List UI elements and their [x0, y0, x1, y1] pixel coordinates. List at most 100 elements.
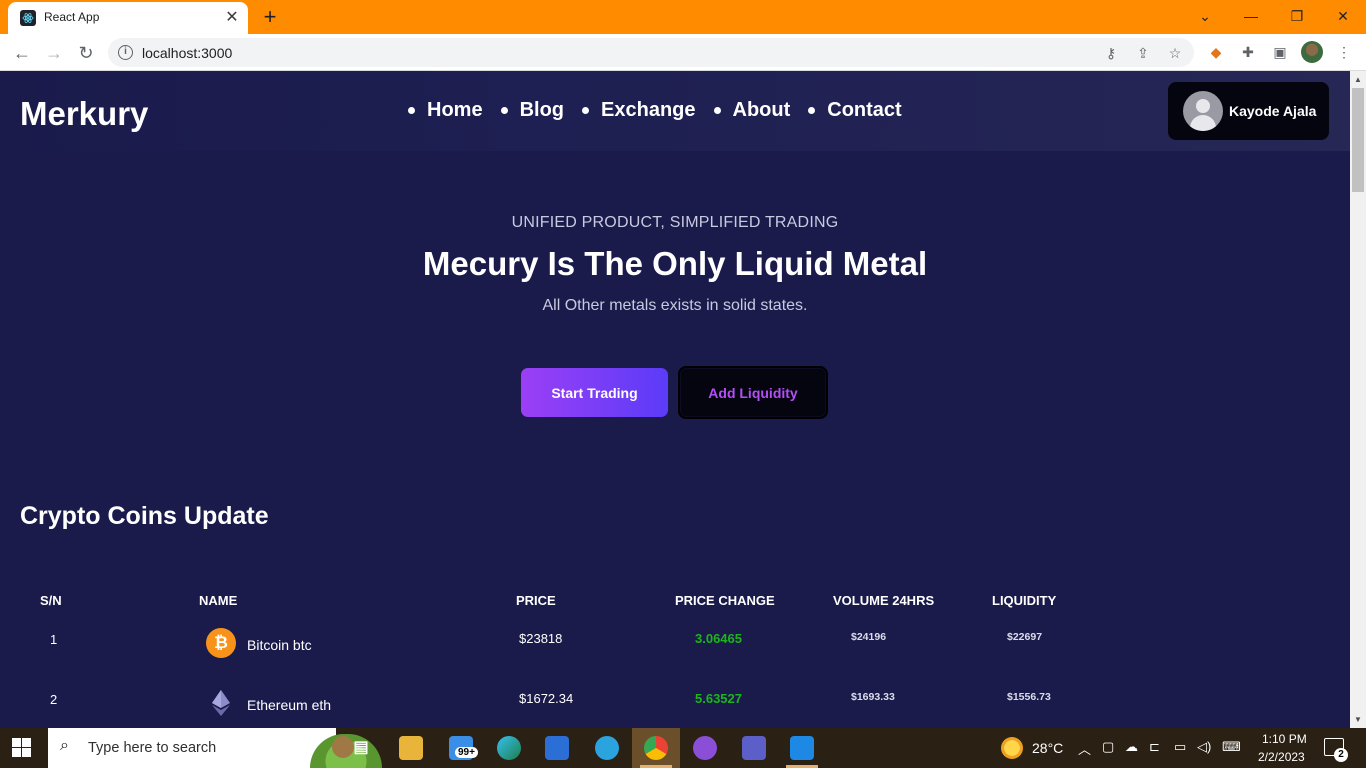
clock-date[interactable]: 2/2/2023 [1258, 750, 1305, 764]
metamask-fox-icon[interactable]: ◆ [1205, 41, 1227, 63]
extensions-puzzle-icon[interactable]: ✚ [1237, 41, 1259, 63]
keyboard-icon[interactable]: ⌨ [1222, 739, 1241, 755]
browser-tab-bar: React App ✕ + ⌄ — ❐ ✕ [0, 0, 1366, 34]
weather-temperature[interactable]: 28°C [1032, 740, 1063, 756]
weather-sun-icon[interactable] [1001, 737, 1023, 759]
user-name: Kayode Ajala [1229, 103, 1317, 119]
side-panel-icon[interactable]: ▣ [1269, 41, 1291, 63]
cell-sn: 2 [50, 692, 58, 707]
start-trading-button[interactable]: Start Trading [521, 368, 668, 417]
volume-icon[interactable]: ◁) [1197, 739, 1211, 755]
close-window-button[interactable]: ✕ [1330, 4, 1356, 28]
hero-subtitle: All Other metals exists in solid states. [542, 297, 808, 314]
search-icon: ⌕ [60, 737, 69, 754]
browser-toolbar: ← → ↻ i localhost:3000 ⚷ ⇪ ☆ [0, 34, 1366, 71]
share-icon[interactable]: ⇪ [1133, 43, 1153, 63]
nav-label: Blog [519, 99, 565, 121]
mail-badge: 99+ [455, 747, 478, 758]
column-header-volume: VOLUME 24HRS [833, 593, 935, 608]
nav-item-contact[interactable]: Contact [808, 99, 902, 122]
tray-chevron-icon[interactable]: ︿ [1078, 739, 1091, 758]
vscode-icon[interactable] [790, 736, 814, 760]
nav-label: Home [427, 99, 483, 121]
crypto-section-title: Crypto Coins Update [20, 502, 269, 530]
windows-taskbar: ⌕ Type here to search ▤ 99+ 28°C ︿ ▢ ☁ ⊏… [0, 728, 1366, 768]
column-header-price-change: PRICE CHANGE [675, 593, 775, 608]
notification-count: 2 [1334, 748, 1348, 762]
nav-bullet [582, 107, 590, 114]
nav-item-blog[interactable]: Blog [500, 99, 565, 122]
clock-time[interactable]: 1:10 PM [1262, 732, 1307, 746]
search-placeholder: Type here to search [88, 740, 217, 756]
chrome-icon[interactable] [644, 736, 668, 760]
column-header-price: PRICE [516, 593, 556, 608]
file-explorer-icon[interactable] [399, 736, 423, 760]
nav-item-exchange[interactable]: Exchange [582, 99, 696, 122]
url-text: localhost:3000 [142, 45, 233, 61]
tab-title: React App [44, 10, 100, 24]
back-arrow-icon[interactable]: ← [9, 40, 35, 66]
restore-button[interactable]: ❐ [1284, 4, 1310, 28]
hero-eyebrow: UNIFIED PRODUCT, SIMPLIFIED TRADING [511, 214, 839, 231]
nav-label: About [732, 99, 791, 121]
edge-browser-icon[interactable] [497, 736, 521, 760]
cell-price-change: 3.06465 [695, 631, 742, 646]
teams-icon[interactable] [742, 736, 766, 760]
main-nav: Home Blog Exchange About Contact [408, 99, 920, 122]
network-icon[interactable]: ▭ [1174, 739, 1186, 755]
windows-start-icon[interactable] [12, 738, 32, 758]
onedrive-cloud-icon[interactable]: ☁ [1125, 739, 1138, 755]
hero-title: Mecury Is The Only Liquid Metal [422, 245, 928, 282]
nav-label: Exchange [601, 99, 696, 121]
nav-bullet [408, 107, 415, 114]
reload-icon[interactable]: ↻ [73, 40, 99, 66]
taskbar-search-box[interactable]: ⌕ Type here to search [48, 728, 382, 768]
cell-name: Ethereum eth [247, 697, 332, 713]
cell-price-change: 5.63527 [695, 691, 742, 706]
cell-volume: $1693.33 [851, 691, 895, 703]
address-bar[interactable]: i localhost:3000 ⚷ ⇪ ☆ [108, 38, 1194, 67]
telegram-icon[interactable] [595, 736, 619, 760]
add-liquidity-button[interactable]: Add Liquidity [678, 366, 828, 419]
power-icon[interactable]: ⊏ [1149, 739, 1160, 755]
scroll-down-arrow-icon[interactable]: ▼ [1354, 715, 1362, 724]
minimize-button[interactable]: — [1238, 4, 1264, 28]
cell-name: Bitcoin btc [247, 637, 312, 653]
user-avatar-icon [1183, 91, 1223, 131]
nav-bullet [808, 107, 816, 114]
scrollbar-thumb[interactable] [1352, 88, 1364, 192]
column-header-sn: S/N [40, 593, 62, 608]
cell-price: $1672.34 [519, 691, 574, 706]
cell-price: $23818 [519, 631, 563, 646]
react-favicon-icon [20, 10, 36, 26]
site-logo[interactable]: Merkury [20, 95, 148, 133]
nav-bullet [500, 107, 508, 114]
tab-close-icon[interactable]: ✕ [222, 8, 242, 28]
site-header: Merkury Home Blog Exchange About Contact… [0, 71, 1350, 151]
tab-search-chevron-icon[interactable]: ⌄ [1192, 4, 1218, 28]
nav-item-about[interactable]: About [713, 99, 791, 122]
chrome-menu-icon[interactable]: ⋮ [1333, 41, 1355, 63]
key-icon[interactable]: ⚷ [1101, 43, 1121, 63]
cell-liquidity: $1556.73 [1007, 691, 1051, 703]
profile-avatar-icon[interactable] [1301, 41, 1323, 63]
nav-item-home[interactable]: Home [408, 99, 483, 122]
site-info-icon[interactable]: i [118, 45, 133, 60]
scroll-up-arrow-icon[interactable]: ▲ [1354, 75, 1362, 84]
bitcoin-icon: ₿ [206, 628, 236, 658]
tray-meet-icon[interactable]: ▢ [1102, 739, 1114, 755]
user-account-button[interactable]: Kayode Ajala [1168, 82, 1329, 140]
column-header-name: NAME [199, 593, 238, 608]
nav-label: Contact [827, 99, 902, 121]
browser-tab-react-app[interactable]: React App ✕ [8, 2, 248, 34]
cell-liquidity: $22697 [1007, 631, 1043, 643]
cell-sn: 1 [50, 632, 58, 647]
task-view-icon[interactable]: ▤ [349, 736, 373, 760]
microsoft-store-icon[interactable] [545, 736, 569, 760]
column-header-liquidity: LIQUIDITY [992, 593, 1057, 608]
new-tab-button[interactable]: + [258, 5, 282, 29]
bookmark-star-icon[interactable]: ☆ [1165, 43, 1185, 63]
github-desktop-icon[interactable] [693, 736, 717, 760]
page-scrollbar[interactable]: ▲ ▼ [1350, 71, 1366, 728]
forward-arrow-icon[interactable]: → [41, 40, 67, 66]
